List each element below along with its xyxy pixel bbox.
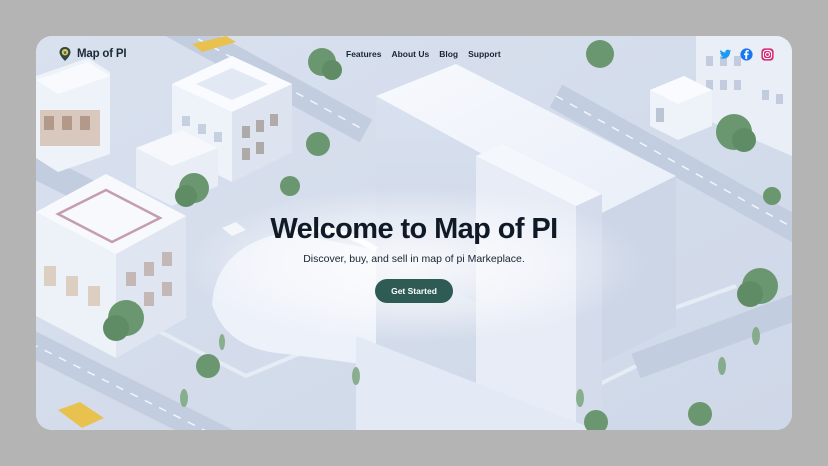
nav-link-features[interactable]: Features: [346, 49, 381, 59]
nav-link-about-us[interactable]: About Us: [391, 49, 429, 59]
brand-logo[interactable]: π Map of PI: [58, 46, 127, 62]
hero-title: Welcome to Map of PI: [270, 213, 558, 245]
brand-name: Map of PI: [77, 48, 127, 60]
hero-subtitle: Discover, buy, and sell in map of pi Mar…: [303, 252, 525, 265]
page-frame: π Map of PI Features About Us Blog Suppo…: [36, 36, 792, 430]
top-navbar: π Map of PI Features About Us Blog Suppo…: [36, 36, 792, 76]
instagram-icon[interactable]: [761, 48, 774, 61]
nav-link-support[interactable]: Support: [468, 49, 501, 59]
get-started-button[interactable]: Get Started: [375, 278, 453, 303]
nav-menu: Features About Us Blog Support: [346, 49, 501, 59]
social-links: [719, 48, 774, 61]
twitter-icon[interactable]: [719, 48, 732, 61]
hero-section: Welcome to Map of PI Discover, buy, and …: [36, 213, 792, 303]
nav-link-blog[interactable]: Blog: [439, 49, 458, 59]
facebook-icon[interactable]: [740, 48, 753, 61]
map-pin-icon: π: [59, 47, 71, 61]
